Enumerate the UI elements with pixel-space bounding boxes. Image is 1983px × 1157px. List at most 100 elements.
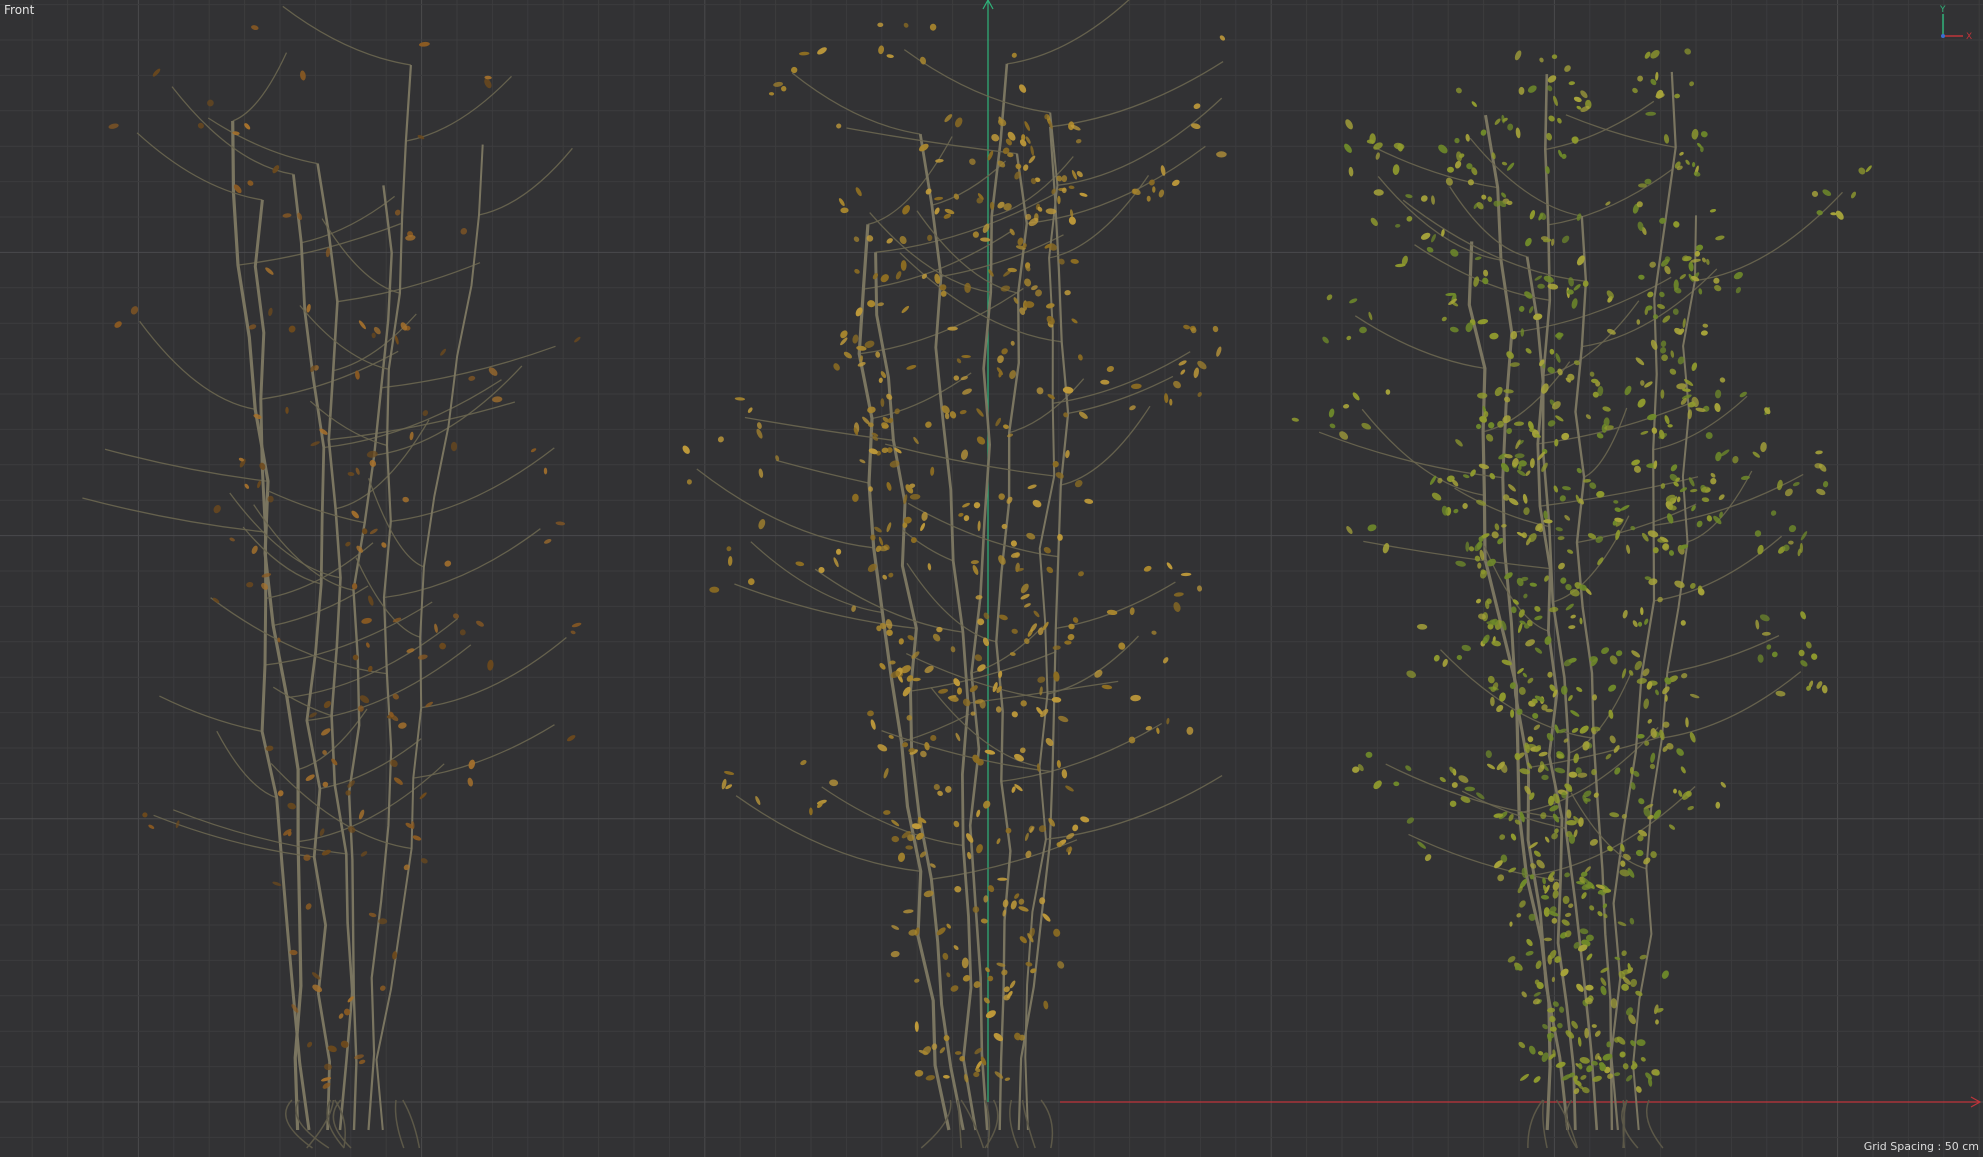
leaf xyxy=(929,23,937,31)
leaf xyxy=(791,66,798,74)
leaf xyxy=(1640,1056,1646,1062)
leaf xyxy=(1057,195,1061,205)
leaf xyxy=(977,520,981,532)
leaf xyxy=(914,1069,924,1077)
leaf xyxy=(1689,693,1700,699)
leaf xyxy=(1830,212,1837,216)
branch xyxy=(1570,792,1647,870)
leaf xyxy=(1546,732,1554,742)
leaf xyxy=(1700,131,1708,138)
leaf xyxy=(371,332,376,339)
leaf xyxy=(835,548,842,555)
leaf xyxy=(1003,424,1009,429)
leaf xyxy=(1661,970,1669,979)
leaf xyxy=(724,770,735,776)
leaf xyxy=(930,734,937,742)
leaf xyxy=(950,985,959,992)
leaf xyxy=(1052,645,1061,650)
leaf xyxy=(907,635,915,641)
leaf xyxy=(1504,396,1511,403)
leaf xyxy=(1416,623,1428,630)
axis-gizmo-icon: Y X xyxy=(1939,5,1972,42)
leaf xyxy=(886,481,892,491)
leaf xyxy=(288,325,296,333)
leaf xyxy=(1062,386,1074,394)
leaf xyxy=(1714,285,1722,292)
leaf xyxy=(1821,685,1828,694)
leaf xyxy=(1667,424,1673,428)
viewport-scene[interactable] xyxy=(0,0,1983,1157)
leaf xyxy=(1649,763,1656,770)
leaf xyxy=(1562,486,1571,491)
leaf xyxy=(1164,393,1169,404)
leaf xyxy=(1655,71,1659,81)
leaf xyxy=(1406,215,1413,222)
viewport-front[interactable]: Front Y X Grid Spacing : 50 cm xyxy=(0,0,1983,1157)
leaf xyxy=(300,70,306,81)
leaf xyxy=(914,978,920,983)
leaf xyxy=(1615,650,1623,657)
leaf xyxy=(1517,469,1526,477)
leaf xyxy=(840,207,849,214)
leaf xyxy=(1158,189,1165,198)
leaf xyxy=(954,885,962,893)
leaf xyxy=(933,783,940,791)
trunk xyxy=(367,64,412,1131)
leaf xyxy=(890,950,900,958)
leaf xyxy=(1069,209,1074,218)
leaf xyxy=(1180,369,1186,375)
branch xyxy=(1667,635,1780,674)
leaf xyxy=(1455,439,1463,447)
leaf xyxy=(1019,84,1027,93)
viewport-name-label[interactable]: Front xyxy=(4,3,34,17)
leaf xyxy=(1815,450,1823,455)
leaf xyxy=(1557,117,1562,124)
leaf xyxy=(1503,389,1514,394)
leaf xyxy=(959,409,967,415)
leaf xyxy=(1673,788,1677,794)
leaf xyxy=(854,269,860,274)
leaf xyxy=(1508,484,1516,492)
gizmo-x-label: X xyxy=(1966,32,1972,42)
leaf xyxy=(1520,1073,1529,1081)
leaf xyxy=(953,375,960,381)
leaf xyxy=(1715,451,1722,462)
leaf xyxy=(948,695,959,702)
leaf xyxy=(995,417,1002,427)
leaf xyxy=(1346,335,1352,341)
leaf xyxy=(1005,827,1012,834)
leaf xyxy=(1647,718,1653,724)
leaf xyxy=(1212,325,1219,333)
leaf xyxy=(152,68,161,77)
leaf xyxy=(1056,760,1061,768)
leaf xyxy=(1053,928,1061,937)
branch xyxy=(139,320,256,410)
leaf xyxy=(1638,183,1647,188)
leaf xyxy=(755,796,761,805)
leaf xyxy=(1072,824,1079,832)
leaf xyxy=(1028,155,1036,164)
leaf xyxy=(1564,515,1571,521)
leaf xyxy=(1462,503,1468,509)
leaf xyxy=(460,228,468,235)
leaf xyxy=(1024,832,1029,842)
leaf xyxy=(1702,323,1709,328)
leaf xyxy=(1186,726,1194,735)
leaf xyxy=(1632,620,1638,627)
leaf xyxy=(925,1075,935,1081)
leaf xyxy=(1010,540,1017,547)
leaf xyxy=(1019,747,1026,754)
leaf xyxy=(927,234,933,242)
leaf xyxy=(1173,380,1181,389)
leaf xyxy=(898,638,904,645)
leaf xyxy=(1679,274,1687,280)
leaf xyxy=(1645,111,1657,116)
leaf xyxy=(867,710,874,717)
leaf xyxy=(1755,619,1760,630)
leaf xyxy=(836,123,842,129)
leaf xyxy=(1647,291,1654,298)
leaf xyxy=(1431,233,1436,243)
leaf xyxy=(912,677,921,682)
leaf xyxy=(1660,340,1667,348)
leaf xyxy=(1733,271,1743,280)
